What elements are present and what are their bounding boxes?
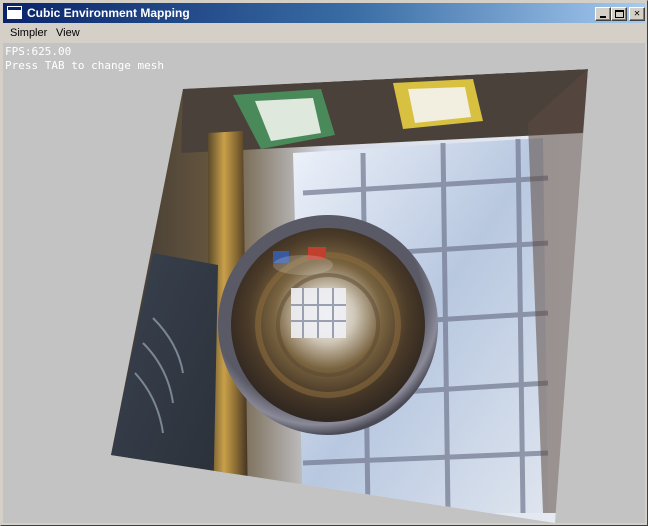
close-button[interactable]: ✕	[629, 7, 645, 21]
reflective-sphere	[218, 215, 438, 435]
app-window: Cubic Environment Mapping ✕ Simpler View	[0, 0, 648, 526]
menu-view[interactable]: View	[56, 26, 80, 40]
minimize-icon	[600, 16, 606, 18]
minimize-button[interactable]	[595, 7, 611, 21]
title-bar[interactable]: Cubic Environment Mapping ✕	[3, 3, 645, 23]
menu-simpler[interactable]: Simpler	[10, 26, 47, 40]
render-viewport[interactable]: FPS:625.00 Press TAB to change mesh	[3, 43, 645, 523]
menu-bar: Simpler View	[3, 24, 645, 43]
maximize-icon	[615, 10, 624, 18]
window-title: Cubic Environment Mapping	[27, 6, 190, 20]
mesh-hint: Press TAB to change mesh	[5, 59, 164, 72]
maximize-button[interactable]	[611, 7, 627, 21]
scene-svg	[111, 69, 588, 523]
close-icon: ✕	[633, 8, 641, 19]
app-icon[interactable]	[7, 6, 22, 19]
fps-counter: FPS:625.00	[5, 45, 72, 58]
